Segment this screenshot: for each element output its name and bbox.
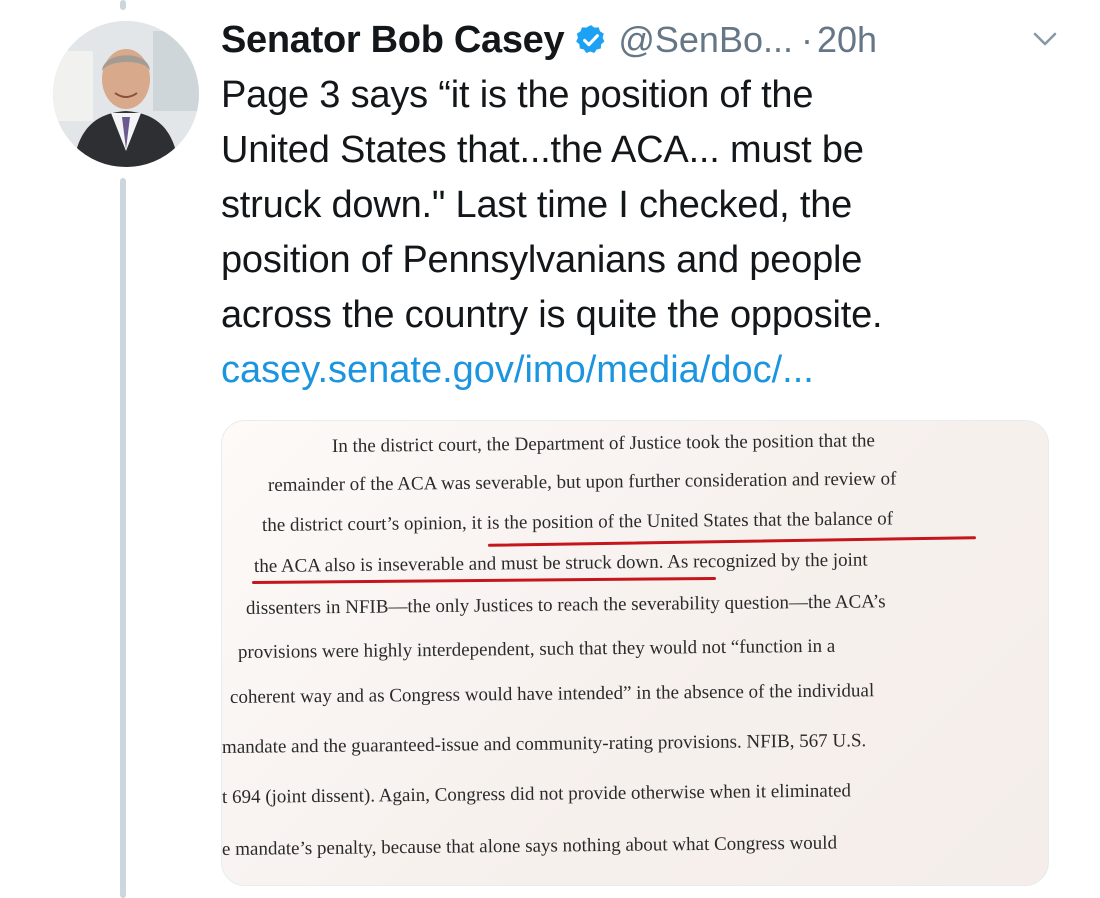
document-line: dissenters in NFIB—the only Justices to … xyxy=(245,591,886,619)
display-name[interactable]: Senator Bob Casey xyxy=(221,19,565,62)
document-line: e mandate’s penalty, because that alone … xyxy=(221,832,838,860)
thread-line-top xyxy=(120,0,126,10)
tweet-text-line: across the country is quite the opposite… xyxy=(221,294,883,336)
document-line: t 694 (joint dissent). Again, Congress d… xyxy=(221,780,852,808)
document-photo: In the district court, the Department of… xyxy=(222,421,1048,885)
avatar[interactable] xyxy=(53,21,199,167)
media-image[interactable]: In the district court, the Department of… xyxy=(221,420,1049,886)
tweet-header: Senator Bob Casey @SenBo... · 20h xyxy=(221,14,1060,66)
document-line: the ACA also is inseverable and must be … xyxy=(253,549,868,577)
verified-badge-icon xyxy=(576,25,605,54)
document-line: provisions were highly interdependent, s… xyxy=(237,635,836,663)
document-line: remainder of the ACA was severable, but … xyxy=(267,468,897,496)
tweet-text-line: Page 3 says “it is the position of the xyxy=(221,74,814,116)
separator-dot: · xyxy=(800,19,813,60)
document-line: coherent way and as Congress would have … xyxy=(229,680,875,708)
thread-line xyxy=(120,178,126,898)
timestamp[interactable]: 20h xyxy=(817,19,877,61)
tweet-text-line: struck down." Last time I checked, the xyxy=(221,184,853,226)
avatar-photo xyxy=(53,21,199,167)
document-line: mandate and the guaranteed-issue and com… xyxy=(221,730,867,758)
tweet-link[interactable]: casey.senate.gov/imo/media/doc/... xyxy=(221,343,814,398)
document-line: the district court’s opinion, it is the … xyxy=(261,508,894,536)
handle[interactable]: @SenBo... xyxy=(618,19,793,61)
chevron-down-icon[interactable] xyxy=(1030,26,1060,52)
tweet-text: Page 3 says “it is the position of the U… xyxy=(221,68,1061,343)
tweet-text-line: United States that...the ACA... must be xyxy=(221,129,864,171)
document-line: In the district court, the Department of… xyxy=(331,430,876,457)
tweet-text-line: position of Pennsylvanians and people xyxy=(221,239,863,281)
